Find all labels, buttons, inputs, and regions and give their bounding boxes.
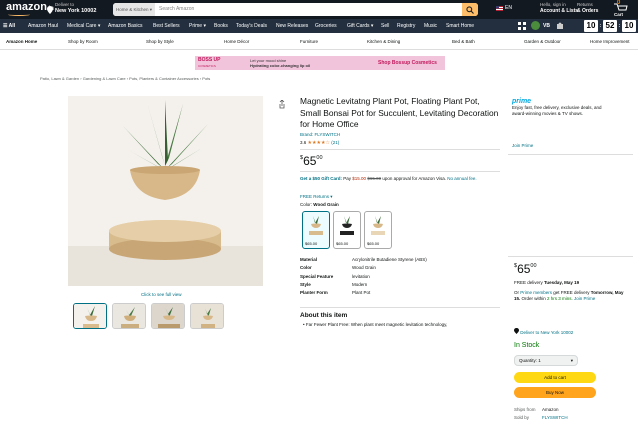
nav-item[interactable]: Medical Care ▾ [67,19,100,33]
cart-label: Cart [614,12,624,17]
cart-button[interactable]: 0 Cart [614,0,628,17]
about-heading: About this item [300,312,348,319]
nav-item[interactable]: Registry [397,19,415,33]
deliver-location[interactable]: Deliver to New York 10002 [514,328,573,335]
language-selector[interactable]: EN [505,5,512,11]
ad-text: Let your mood shine Hydrating color-chang… [250,58,311,69]
clock-minutes: 52 [603,20,617,32]
user-initials: VB [543,23,550,29]
nav-item[interactable]: Books [214,19,228,33]
clock-hours: 10 [584,20,598,32]
deliver-to[interactable]: Deliver to New York 10002 [55,2,96,15]
thumbnail[interactable] [151,303,185,329]
cart-count: 0 [617,0,621,6]
ad-brand-sub: COSMETICS [198,64,216,68]
add-to-cart-button[interactable]: Add to cart [514,372,596,383]
ad-cta[interactable]: Shop Bossup Cosmetics [378,60,437,66]
gift-card-offer: Get a $50 Gift Card: Pay $15.00 $65.00 u… [300,176,477,181]
amazon-smile-icon [8,13,30,16]
buybox-price: $6500 [514,262,537,276]
chevron-down-icon: ▾ [570,358,573,363]
quantity-select[interactable]: Quantity: 1 ▾ [514,355,578,366]
returns-orders[interactable]: Returns & Orders [577,2,598,14]
subnav-item[interactable]: Shop by Room [68,33,98,50]
top-nav: amazon.in Deliver toNew York 10002 Home … [0,0,638,19]
nav-item[interactable]: New Releases [276,19,308,33]
share-icon[interactable] [278,100,286,109]
subnav-item[interactable]: Home Décor [224,33,249,50]
product-price: $6500 [300,154,323,168]
product-main-image[interactable] [68,96,263,286]
search-bar: Home & Kitchen ▾ Search Amazon [113,3,478,16]
feature-bullet: • Far Fewer Plant Free: When plant meet … [303,322,448,327]
search-icon [466,5,474,14]
puzzle-icon[interactable] [556,22,565,30]
clock-seconds: 10 [622,20,636,32]
thumbnail[interactable] [190,303,224,329]
breadcrumb[interactable]: Patio, Lawn & Garden › Gardening & Lawn … [40,76,210,81]
subnav-item[interactable]: Bed & Bath [452,33,475,50]
account-menu[interactable]: Hello, sign in Account & Lists [540,2,578,14]
nav-item[interactable]: Music [424,19,437,33]
ad-brand: BOSS UP [198,57,221,63]
subnav-item[interactable]: Furniture [300,33,318,50]
subnav-item[interactable]: Garden & Outdoor [524,33,561,50]
levitating-plant-image [68,96,263,286]
star-rating-icon: ★★★★☆ [307,140,330,146]
us-flag-icon [496,6,503,11]
prime-logo: prime [512,98,532,105]
seller-link[interactable]: FLYSWITCH [542,414,568,422]
full-view-link[interactable]: Click to see full view [141,292,182,297]
subnav-item[interactable]: Amazon Home [6,33,37,50]
prime-members-link[interactable]: Prime members [520,290,552,295]
all-menu-button[interactable]: ☰ All [3,19,15,33]
buy-box: prime Enjoy fast, free delivery, exclusiv… [508,96,636,420]
subnav-item[interactable]: Home Improvement [590,33,630,50]
nav-item[interactable]: Sell [381,19,389,33]
color-swatch-black[interactable]: $65.00 [333,211,361,249]
sponsored-banner[interactable]: BOSS UP COSMETICS Let your mood shine Hyd… [195,56,445,70]
sub-nav: Amazon Home Shop by Room Shop by Style H… [0,33,638,50]
nav-item[interactable]: Gift Cards ▾ [347,19,373,33]
grid-icon[interactable] [518,22,527,30]
subnav-item[interactable]: Kitchen & Dining [367,33,400,50]
color-swatch-wood[interactable]: $65.00 [302,211,330,249]
nav-item[interactable]: Today's Deals [236,19,267,33]
product-title: Magnetic Levitatng Plant Pot, Floating P… [300,96,499,129]
buy-now-button[interactable]: Buy Now [514,387,596,398]
nav-item[interactable]: Smart Home [446,19,474,33]
brand-link[interactable]: Brand: FLYSWITCH [300,132,340,137]
secondary-nav: ☰ All Amazon Haul Medical Care ▾ Amazon … [0,19,638,33]
free-returns-link[interactable]: FREE Returns ▾ [300,194,333,200]
thumbnail[interactable] [73,303,107,329]
color-swatch-white[interactable]: $65.00 [364,211,392,249]
subnav-item[interactable]: Shop by Style [146,33,174,50]
location-pin-icon [47,6,53,14]
delivery-info: FREE delivery Tuesday, May 19 Or Prime m… [514,280,624,302]
nav-item[interactable]: Amazon Haul [28,19,58,33]
join-prime-link[interactable]: Join Prime [512,143,533,148]
avatar[interactable] [531,21,540,30]
search-input[interactable]: Search Amazon [159,3,194,16]
search-button[interactable] [462,3,478,16]
search-category-select[interactable]: Home & Kitchen ▾ [113,3,155,16]
nav-item[interactable]: Best Sellers [153,19,180,33]
annual-fee-link[interactable]: No annual fee. [447,176,476,181]
rating-summary[interactable]: 3.6 ★★★★☆ (21) [300,140,339,146]
prime-promo: prime Enjoy fast, free delivery, exclusiv… [512,98,607,117]
color-label: Color: Wood Grain [300,202,339,207]
thumbnail[interactable] [112,303,146,329]
nav-item[interactable]: Groceries [315,19,337,33]
stock-status: In Stock [514,342,540,349]
nav-item[interactable]: Amazon Basics [108,19,142,33]
nav-item[interactable]: Prime ▾ [189,19,206,33]
